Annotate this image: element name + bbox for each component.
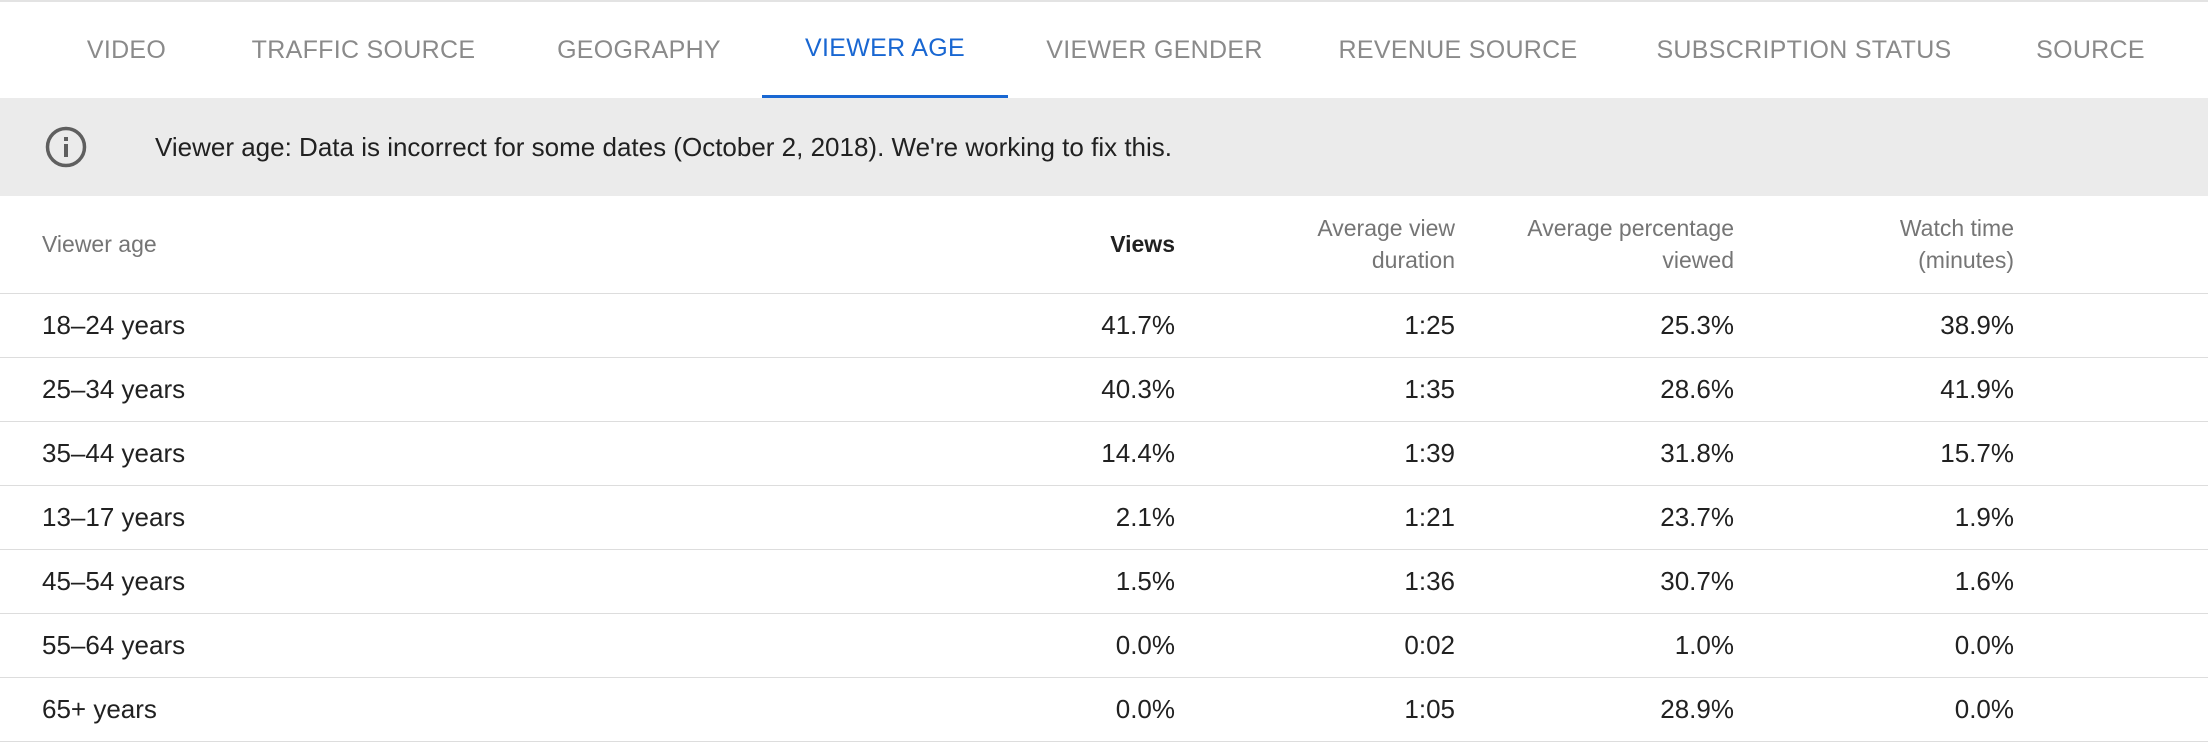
cell-viewer-age: 35–44 years [42,438,186,468]
column-header-views[interactable]: Views [1110,228,1175,260]
column-header-average-percentage-viewed[interactable]: Average percentage viewed [1494,212,1734,276]
cell-average-percentage-viewed: 28.9% [1660,694,1734,724]
tab-label: VIDEO [86,36,167,64]
cell-average-view-duration: 1:25 [1404,310,1455,340]
viewer-age-table: Viewer age Views Average view duration A… [0,196,2208,742]
tab-video[interactable]: VIDEO [48,2,205,99]
cell-average-percentage-viewed: 30.7% [1660,566,1734,596]
cell-average-percentage-viewed: 1.0% [1674,630,1734,660]
column-header-viewer-age[interactable]: Viewer age [42,228,157,260]
column-header-watch-time[interactable]: Watch time (minutes) [1854,212,2014,276]
tab-label: VIEWER GENDER [1046,36,1263,64]
report-tabs: VIDEO TRAFFIC SOURCE GEOGRAPHY VIEWER AG… [0,0,2208,99]
banner-message: Viewer age: Data is incorrect for some d… [155,132,1172,162]
cell-average-view-duration: 1:35 [1404,374,1455,404]
cell-watch-time: 15.7% [1940,438,2014,468]
tab-label: VIEWER AGE [805,34,965,62]
table-header: Viewer age Views Average view duration A… [0,196,2208,294]
table-row: 55–64 years 0.0% 0:02 1.0% 0.0% [0,614,2208,678]
cell-watch-time: 38.9% [1940,310,2014,340]
cell-views: 0.0% [1115,630,1175,660]
cell-watch-time: 0.0% [1954,694,2014,724]
cell-views: 41.7% [1101,310,1175,340]
cell-views: 2.1% [1115,502,1175,532]
cell-views: 14.4% [1101,438,1175,468]
cell-average-view-duration: 1:36 [1404,566,1455,596]
cell-watch-time: 0.0% [1954,630,2014,660]
cell-average-percentage-viewed: 25.3% [1660,310,1734,340]
tab-geography[interactable]: GEOGRAPHY [526,2,752,99]
table-row: 35–44 years 14.4% 1:39 31.8% 15.7% [0,422,2208,486]
cell-viewer-age: 65+ years [42,694,157,724]
cell-average-view-duration: 1:21 [1404,502,1455,532]
tab-label: REVENUE SOURCE [1338,36,1578,64]
tab-viewer-age[interactable]: VIEWER AGE [762,2,1008,99]
cell-views: 40.3% [1101,374,1175,404]
table-row: 65+ years 0.0% 1:05 28.9% 0.0% [0,678,2208,742]
info-icon [45,126,87,168]
cell-viewer-age: 55–64 years [42,630,186,660]
tab-source[interactable]: SOURCE [2012,2,2169,99]
cell-average-percentage-viewed: 23.7% [1660,502,1734,532]
cell-average-percentage-viewed: 28.6% [1660,374,1734,404]
analytics-page: VIDEO TRAFFIC SOURCE GEOGRAPHY VIEWER AG… [0,0,2208,748]
tab-viewer-gender[interactable]: VIEWER GENDER [1030,2,1279,99]
table-row: 45–54 years 1.5% 1:36 30.7% 1.6% [0,550,2208,614]
cell-views: 1.5% [1115,566,1175,596]
table-row: 13–17 years 2.1% 1:21 23.7% 1.9% [0,486,2208,550]
tab-traffic-source[interactable]: TRAFFIC SOURCE [226,2,501,99]
cell-average-percentage-viewed: 31.8% [1660,438,1734,468]
tab-label: GEOGRAPHY [557,36,721,64]
info-banner: Viewer age: Data is incorrect for some d… [0,98,2208,196]
tab-subscription-status[interactable]: SUBSCRIPTION STATUS [1638,2,1970,99]
cell-average-view-duration: 0:02 [1404,630,1455,660]
table-row: 25–34 years 40.3% 1:35 28.6% 41.9% [0,358,2208,422]
tab-label: SOURCE [2036,36,2145,64]
tab-revenue-source[interactable]: REVENUE SOURCE [1320,2,1596,99]
tab-label: SUBSCRIPTION STATUS [1656,36,1952,64]
tab-label: TRAFFIC SOURCE [251,36,476,64]
cell-viewer-age: 25–34 years [42,374,186,404]
table-row: 18–24 years 41.7% 1:25 25.3% 38.9% [0,294,2208,358]
cell-watch-time: 1.6% [1954,566,2014,596]
cell-watch-time: 41.9% [1940,374,2014,404]
cell-viewer-age: 45–54 years [42,566,186,596]
cell-watch-time: 1.9% [1954,502,2014,532]
cell-average-view-duration: 1:05 [1404,694,1455,724]
cell-viewer-age: 18–24 years [42,310,186,340]
column-header-average-view-duration[interactable]: Average view duration [1255,212,1455,276]
cell-views: 0.0% [1115,694,1175,724]
cell-average-view-duration: 1:39 [1404,438,1455,468]
cell-viewer-age: 13–17 years [42,502,186,532]
